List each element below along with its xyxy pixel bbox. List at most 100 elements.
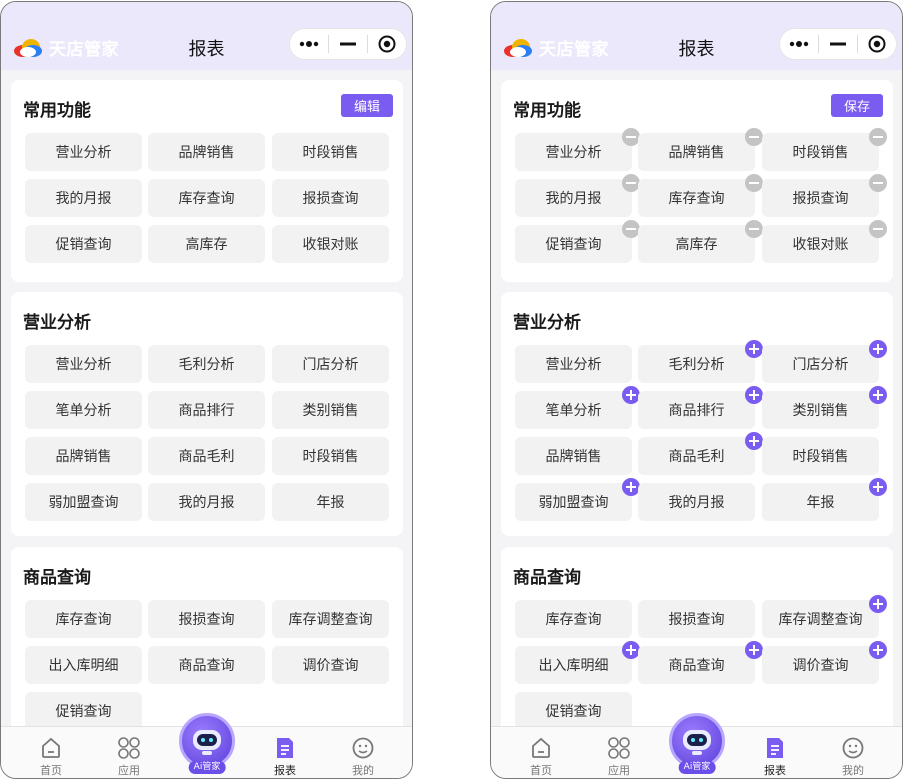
- add-icon[interactable]: [745, 641, 763, 659]
- tab-reports[interactable]: 报表: [735, 727, 815, 778]
- add-icon[interactable]: [745, 340, 763, 358]
- report-item[interactable]: 调价查询: [762, 641, 887, 684]
- target-icon: [378, 35, 396, 53]
- tab-mine[interactable]: 我的: [323, 727, 403, 778]
- more-button[interactable]: [780, 29, 818, 59]
- report-item[interactable]: 笔单分析: [515, 386, 640, 429]
- report-item[interactable]: 门店分析: [272, 345, 389, 383]
- content-scroll[interactable]: 常用功能 编辑 营业分析 品牌销售 时段销售 我的月报 库存查询 报损查询 促销查询 高库存收…: [1, 70, 412, 726]
- report-item[interactable]: 营业分析: [25, 133, 142, 171]
- report-item[interactable]: 促销查询: [25, 225, 142, 263]
- add-icon[interactable]: [869, 595, 887, 613]
- report-item-label: 收银对账: [302, 237, 359, 253]
- report-item[interactable]: 类别销售: [272, 391, 389, 429]
- add-icon[interactable]: [869, 641, 887, 659]
- report-item[interactable]: 商品毛利: [638, 432, 763, 475]
- report-item[interactable]: 营业分析: [515, 128, 640, 171]
- tab-home[interactable]: 首页: [11, 727, 91, 778]
- report-item[interactable]: 促销查询: [25, 692, 142, 726]
- report-item[interactable]: 营业分析: [515, 345, 632, 383]
- report-item[interactable]: 门店分析: [762, 340, 887, 383]
- remove-icon[interactable]: [745, 174, 763, 192]
- add-icon[interactable]: [869, 386, 887, 404]
- report-item[interactable]: 笔单分析: [25, 391, 142, 429]
- add-icon[interactable]: [745, 432, 763, 450]
- report-item[interactable]: 时段销售: [272, 133, 389, 171]
- remove-icon[interactable]: [745, 128, 763, 146]
- report-item[interactable]: 报损查询: [638, 600, 755, 638]
- add-icon[interactable]: [869, 478, 887, 496]
- report-item[interactable]: 库存调整查询: [272, 600, 389, 638]
- minimize-button[interactable]: [329, 29, 367, 59]
- report-item[interactable]: 高库存: [638, 220, 763, 263]
- remove-icon[interactable]: [745, 220, 763, 238]
- report-item[interactable]: 时段销售: [762, 437, 879, 475]
- report-item[interactable]: 促销查询: [515, 692, 632, 726]
- tab-ai-assistant[interactable]: Ai管家: [657, 713, 737, 778]
- report-item[interactable]: 营业分析: [25, 345, 142, 383]
- report-item[interactable]: 商品查询: [638, 641, 763, 684]
- tab-reports[interactable]: 报表: [245, 727, 325, 778]
- report-item[interactable]: 年报: [762, 478, 887, 521]
- report-item[interactable]: 库存查询: [148, 179, 265, 217]
- report-item[interactable]: 收银对账: [272, 225, 389, 263]
- report-item[interactable]: 库存调整查询: [762, 595, 887, 638]
- report-item[interactable]: 库存查询: [638, 174, 763, 217]
- report-item[interactable]: 品牌销售: [638, 128, 763, 171]
- close-button[interactable]: [858, 29, 896, 59]
- edit-button[interactable]: 编辑: [341, 94, 393, 117]
- report-item[interactable]: 库存查询: [25, 600, 142, 638]
- tab-apps[interactable]: 应用: [89, 727, 169, 778]
- report-item[interactable]: 弱加盟查询: [25, 483, 142, 521]
- tab-home[interactable]: 首页: [501, 727, 581, 778]
- report-item[interactable]: 毛利分析: [638, 340, 763, 383]
- tab-apps[interactable]: 应用: [579, 727, 659, 778]
- section-card-product-query: 商品查询 库存查询 报损查询 库存调整查询 出入库明细 商品查询 调价查询 促销查询: [501, 547, 893, 726]
- report-item[interactable]: 商品排行: [148, 391, 265, 429]
- remove-icon[interactable]: [869, 220, 887, 238]
- remove-icon[interactable]: [869, 128, 887, 146]
- add-icon[interactable]: [745, 386, 763, 404]
- tab-mine[interactable]: 我的: [813, 727, 893, 778]
- save-button[interactable]: 保存: [831, 94, 883, 117]
- minimize-button[interactable]: [819, 29, 857, 59]
- report-item[interactable]: 品牌销售: [148, 133, 265, 171]
- report-item[interactable]: 出入库明细: [25, 646, 142, 684]
- ai-assistant-button[interactable]: Ai管家: [669, 713, 725, 777]
- report-item[interactable]: 品牌销售: [25, 437, 142, 475]
- report-item[interactable]: 报损查询: [762, 174, 887, 217]
- report-item[interactable]: 报损查询: [272, 179, 389, 217]
- report-item[interactable]: 库存查询: [515, 600, 632, 638]
- report-item[interactable]: 我的月报: [148, 483, 265, 521]
- report-item[interactable]: 类别销售: [762, 386, 887, 429]
- report-item[interactable]: 毛利分析: [148, 345, 265, 383]
- report-item[interactable]: 出入库明细: [515, 641, 640, 684]
- add-icon[interactable]: [869, 340, 887, 358]
- report-item[interactable]: 促销查询: [515, 220, 640, 263]
- report-item[interactable]: 弱加盟查询: [515, 478, 640, 521]
- remove-icon[interactable]: [869, 174, 887, 192]
- report-item[interactable]: 商品查询: [148, 646, 265, 684]
- section-title: 商品查询: [23, 568, 91, 588]
- report-item-label: 收银对账: [792, 237, 849, 253]
- close-button[interactable]: [368, 29, 406, 59]
- report-item[interactable]: 我的月报: [515, 174, 640, 217]
- report-item[interactable]: 收银对账: [762, 220, 887, 263]
- report-item-label: 库存查询: [55, 612, 112, 628]
- report-item[interactable]: 品牌销售: [515, 437, 632, 475]
- report-item[interactable]: 时段销售: [762, 128, 887, 171]
- report-item[interactable]: 商品毛利: [148, 437, 265, 475]
- report-item[interactable]: 年报: [272, 483, 389, 521]
- more-button[interactable]: [290, 29, 328, 59]
- report-item[interactable]: 商品排行: [638, 386, 763, 429]
- report-item[interactable]: 我的月报: [25, 179, 142, 217]
- content-scroll[interactable]: 常用功能 保存 营业分析 品牌销售 时段销售 我的月报 库存查询 报损查询 促销查询 高库存收…: [491, 70, 902, 726]
- ai-assistant-button[interactable]: Ai管家: [179, 713, 235, 777]
- report-item[interactable]: 报损查询: [148, 600, 265, 638]
- ai-assistant-label: Ai管家: [678, 761, 716, 774]
- report-item[interactable]: 高库存: [148, 225, 265, 263]
- report-item[interactable]: 我的月报: [638, 483, 755, 521]
- report-item[interactable]: 时段销售: [272, 437, 389, 475]
- report-item[interactable]: 调价查询: [272, 646, 389, 684]
- tab-ai-assistant[interactable]: Ai管家: [167, 713, 247, 778]
